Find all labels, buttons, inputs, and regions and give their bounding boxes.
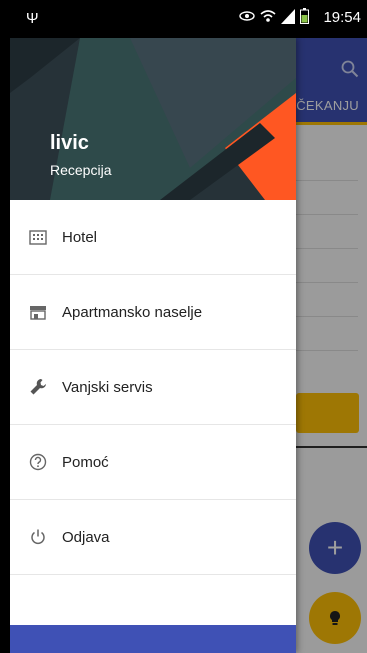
- status-icons: [239, 8, 309, 24]
- drawer-item-label: Apartmansko naselje: [62, 303, 203, 321]
- wifi-icon: [260, 10, 276, 22]
- building-icon: [27, 226, 49, 248]
- drawer-item-apartment-settlement[interactable]: Apartmansko naselje: [10, 275, 296, 350]
- usb-icon: Ψ: [26, 10, 39, 27]
- clock: 19:54: [323, 9, 361, 26]
- user-role: Recepcija: [50, 162, 112, 178]
- signal-icon: [281, 9, 295, 24]
- drawer-item-label: Odjava: [62, 528, 110, 546]
- navigation-drawer: livic Recepcija Hotel Apartmansko naselj…: [10, 38, 296, 653]
- eye-icon: [239, 11, 255, 21]
- drawer-item-label: Pomoć: [62, 453, 109, 471]
- device-bezel: [0, 0, 10, 653]
- app-screen: Ψ 19:54 ČEKANJU + livic Recepcija Hotel …: [0, 0, 367, 653]
- drawer-item-hotel[interactable]: Hotel: [10, 200, 296, 275]
- status-bar: Ψ 19:54: [10, 0, 367, 38]
- drawer-item-logout[interactable]: Odjava: [10, 500, 296, 575]
- drawer-item-label: Hotel: [62, 228, 98, 246]
- drawer-item-help[interactable]: Pomoć: [10, 425, 296, 500]
- drawer-menu: Hotel Apartmansko naselje Vanjski servis…: [10, 200, 296, 575]
- wrench-icon: [27, 376, 49, 398]
- power-icon: [27, 526, 49, 548]
- store-icon: [27, 301, 49, 323]
- drawer-footer: [10, 625, 296, 653]
- battery-icon: [300, 8, 309, 24]
- drawer-item-external-service[interactable]: Vanjski servis: [10, 350, 296, 425]
- drawer-header: livic Recepcija: [10, 38, 296, 200]
- help-icon: [27, 451, 49, 473]
- drawer-item-label: Vanjski servis: [62, 378, 153, 396]
- user-name: livic: [50, 132, 89, 154]
